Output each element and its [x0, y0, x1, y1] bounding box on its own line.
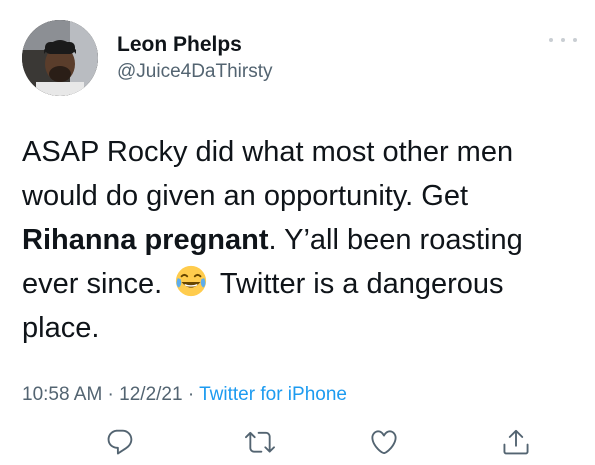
tweet-text: ASAP Rocky did what most other men would…: [22, 130, 582, 350]
share-icon: [503, 429, 529, 455]
retweet-button[interactable]: [242, 425, 278, 459]
tweet-text-part1: ASAP Rocky did what most other men would…: [22, 136, 514, 212]
meta-separator: ·: [102, 384, 120, 405]
avatar[interactable]: [22, 20, 98, 96]
reply-icon: [107, 429, 133, 455]
tweet-date[interactable]: 12/2/21: [119, 384, 182, 405]
more-icon[interactable]: [549, 34, 577, 46]
tweet-source[interactable]: Twitter for iPhone: [199, 384, 347, 405]
more-dot: [549, 38, 553, 42]
display-name[interactable]: Leon Phelps: [117, 32, 273, 58]
retweet-icon: [245, 431, 275, 453]
handle[interactable]: @Juice4DaThirsty: [117, 60, 273, 84]
like-button[interactable]: [366, 425, 402, 459]
reply-button[interactable]: [102, 425, 138, 459]
tweet-header: Leon Phelps @Juice4DaThirsty: [22, 20, 577, 100]
more-dot: [561, 38, 565, 42]
tweet-meta: 10:58 AM · 12/2/21 · Twitter for iPhone: [22, 382, 347, 408]
tweet-actions: [22, 425, 577, 459]
tweet-text-bold: Rihanna pregnant: [22, 224, 269, 256]
more-dot: [573, 38, 577, 42]
avatar-image: [22, 20, 98, 96]
author-names: Leon Phelps @Juice4DaThirsty: [117, 32, 273, 84]
tweet-time[interactable]: 10:58 AM: [22, 384, 102, 405]
face-with-tears-of-joy-icon: [174, 264, 208, 298]
share-button[interactable]: [498, 425, 534, 459]
heart-icon: [371, 430, 397, 455]
meta-separator: ·: [182, 384, 200, 405]
